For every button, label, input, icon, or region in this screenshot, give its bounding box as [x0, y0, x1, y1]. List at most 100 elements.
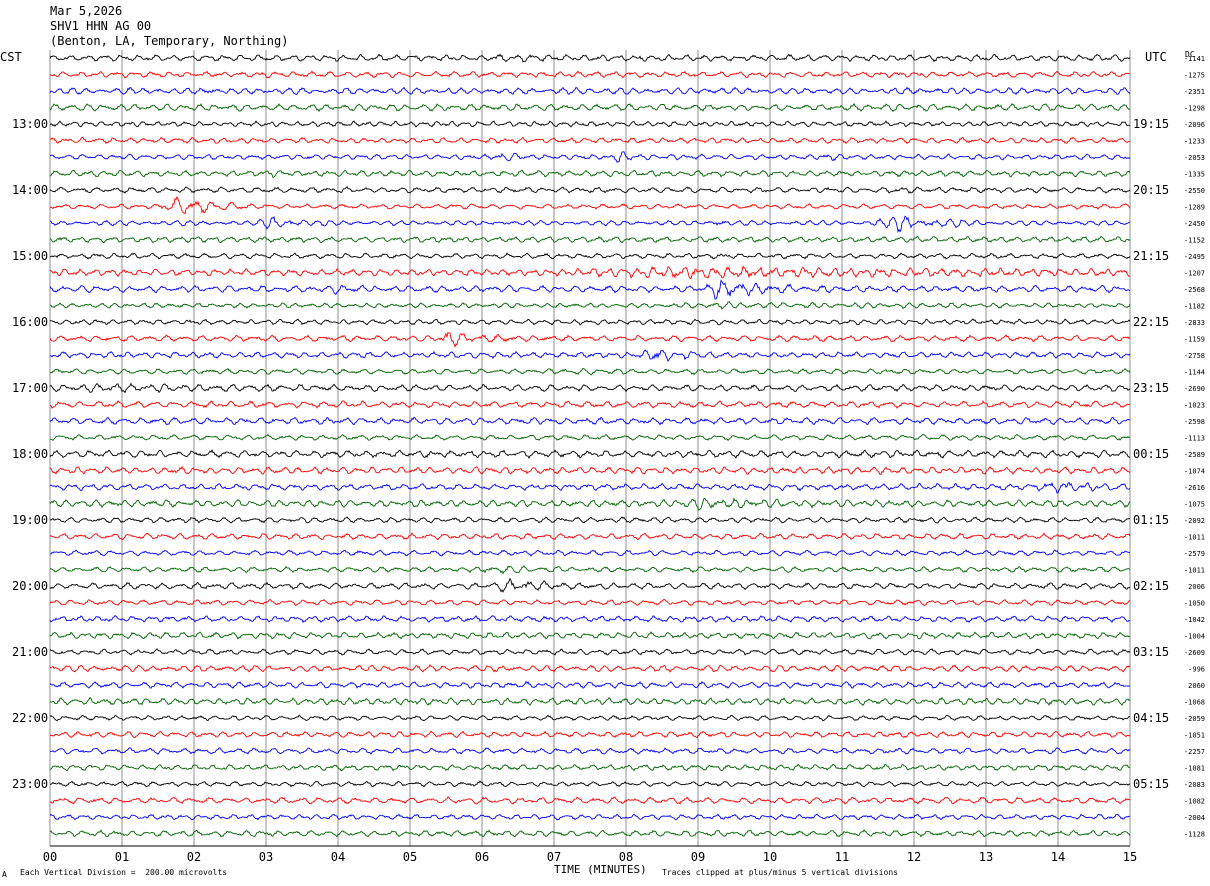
left-hour-label: 22:00 — [12, 711, 48, 725]
dc-offset-label: -1159 — [1184, 336, 1205, 344]
right-hour-label: 21:15 — [1133, 249, 1169, 263]
right-hour-label: 00:15 — [1133, 447, 1169, 461]
trace-43 — [49, 763, 1131, 772]
left-hour-label: 15:00 — [12, 249, 48, 263]
trace-8 — [49, 186, 1131, 194]
trace-29 — [49, 532, 1131, 541]
trace-19 — [49, 367, 1131, 376]
dc-offset-label: -2004 — [1184, 814, 1205, 822]
dc-offset-label: -2833 — [1184, 319, 1205, 327]
x-tick-label: 09 — [691, 850, 705, 864]
left-hour-label: 13:00 — [12, 117, 48, 131]
dc-offset-label: -2450 — [1184, 220, 1205, 228]
trace-10 — [49, 215, 1131, 234]
dc-offset-label: -1233 — [1184, 138, 1205, 146]
dc-offset-label: -2092 — [1184, 517, 1205, 525]
dc-offset-label: -1298 — [1184, 105, 1205, 113]
dc-offset-label: -2096 — [1184, 121, 1205, 129]
trace-41 — [49, 730, 1131, 739]
trace-32 — [49, 577, 1131, 593]
dc-offset-label: -1144 — [1184, 369, 1205, 377]
trace-12 — [49, 252, 1131, 260]
trace-13 — [49, 265, 1131, 280]
dc-offset-label: -2083 — [1184, 781, 1205, 789]
seismic-traces — [49, 53, 1131, 838]
dc-offset-label: -2589 — [1184, 451, 1205, 459]
trace-26 — [49, 481, 1131, 494]
trace-5 — [49, 136, 1131, 145]
dc-offset-label: -1275 — [1184, 72, 1205, 80]
left-timezone-label: CST — [0, 50, 22, 64]
dc-offset-label: -1081 — [1184, 765, 1205, 773]
dc-offset-label: -1042 — [1184, 616, 1205, 624]
right-hour-label: 03:15 — [1133, 645, 1169, 659]
right-hour-label: 05:15 — [1133, 777, 1169, 791]
x-tick-label: 06 — [475, 850, 489, 864]
trace-15 — [49, 301, 1131, 310]
dc-offset-label: -1075 — [1184, 501, 1205, 509]
right-hour-label: 23:15 — [1133, 381, 1169, 395]
trace-11 — [49, 235, 1131, 244]
right-timezone-label: UTC — [1145, 50, 1167, 64]
trace-17 — [49, 331, 1131, 348]
dc-offset-label: -1068 — [1184, 699, 1205, 707]
x-tick-label: 01 — [115, 850, 129, 864]
x-tick-label: 13 — [979, 850, 993, 864]
left-hour-label: 17:00 — [12, 381, 48, 395]
right-hour-label: 19:15 — [1133, 117, 1169, 131]
trace-40 — [49, 714, 1131, 722]
x-tick-label: 03 — [259, 850, 273, 864]
dc-offset-label: -1152 — [1184, 237, 1205, 245]
trace-31 — [49, 565, 1131, 575]
x-tick-label: 10 — [763, 850, 777, 864]
dc-offset-label: -1128 — [1184, 831, 1205, 839]
dc-offset-label: -2616 — [1184, 484, 1205, 492]
dc-offset-label: -1082 — [1184, 798, 1205, 806]
dc-offset-label: -2053 — [1184, 154, 1205, 162]
trace-30 — [49, 549, 1130, 557]
x-tick-label: 07 — [547, 850, 561, 864]
trace-42 — [49, 747, 1131, 755]
right-hour-label: 01:15 — [1133, 513, 1169, 527]
division-note: Each Vertical Division = 200.00 microvol… — [20, 868, 228, 877]
x-tick-label: 15 — [1123, 850, 1137, 864]
dc-offset-label: -1289 — [1184, 204, 1205, 212]
x-tick-label: 12 — [907, 850, 921, 864]
dc-offset-label: -2257 — [1184, 748, 1205, 756]
dc-offset-label: -2758 — [1184, 352, 1205, 360]
dc-offset-label: -1004 — [1184, 633, 1205, 641]
dc-offset-label: -2550 — [1184, 187, 1205, 195]
trace-1 — [49, 70, 1130, 79]
dc-offset-label: -2351 — [1184, 88, 1205, 96]
trace-2 — [49, 86, 1131, 96]
trace-23 — [50, 433, 1131, 441]
dc-offset-label: -1113 — [1184, 435, 1205, 443]
trace-47 — [49, 829, 1131, 838]
dc-offset-label: -1011 — [1184, 567, 1205, 575]
left-hour-label: 16:00 — [12, 315, 48, 329]
right-hour-label: 04:15 — [1133, 711, 1169, 725]
dc-offset-label: -1023 — [1184, 402, 1205, 410]
left-hour-label: 19:00 — [12, 513, 48, 527]
x-tick-label: 05 — [403, 850, 417, 864]
minute-gridlines — [49, 50, 1131, 847]
x-tick-label: 04 — [331, 850, 345, 864]
trace-34 — [49, 614, 1131, 623]
trace-22 — [49, 416, 1131, 426]
trace-25 — [49, 465, 1131, 475]
trace-7 — [49, 169, 1131, 179]
trace-27 — [49, 497, 1131, 512]
left-hour-label: 20:00 — [12, 579, 48, 593]
dc-offset-label: -2690 — [1184, 385, 1205, 393]
trace-14 — [49, 279, 1131, 300]
location-title: (Benton, LA, Temporary, Northing) — [50, 34, 289, 48]
trace-38 — [49, 680, 1131, 689]
trace-44 — [49, 780, 1131, 788]
trace-3 — [49, 102, 1131, 113]
trace-33 — [49, 598, 1131, 607]
dc-offset-label: 2006 — [1188, 583, 1205, 591]
trace-37 — [49, 663, 1131, 673]
dc-offset-label: -2495 — [1184, 253, 1205, 261]
dc-offset-label: -996 — [1188, 666, 1205, 674]
dc-offset-label: -1050 — [1184, 600, 1205, 608]
